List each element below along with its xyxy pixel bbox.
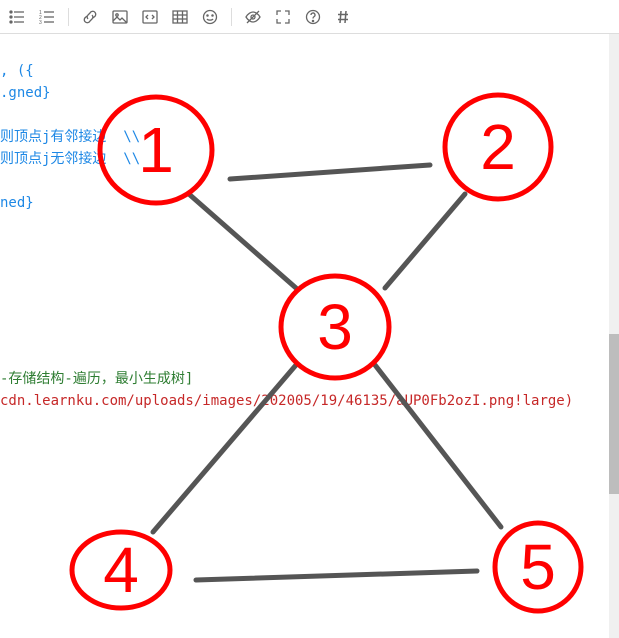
fullscreen-icon[interactable] <box>274 8 292 26</box>
graph-node-label: 2 <box>480 111 516 183</box>
image-icon[interactable] <box>111 8 129 26</box>
graph-edge <box>230 165 430 179</box>
svg-text:3: 3 <box>39 20 42 25</box>
graph-edge <box>196 571 477 580</box>
ol-list-icon[interactable]: 123 <box>38 8 56 26</box>
graph-node-label: 3 <box>317 291 353 363</box>
table-icon[interactable] <box>171 8 189 26</box>
toolbar-separator <box>231 8 232 26</box>
help-icon[interactable] <box>304 8 322 26</box>
graph-node-label: 5 <box>520 531 556 603</box>
graph-edge <box>375 365 501 527</box>
embedded-graph-image: 1 2 3 4 5 <box>0 34 619 638</box>
graph-node-label: 1 <box>138 114 174 186</box>
toolbar-separator <box>68 8 69 26</box>
editor-toolbar: 123 <box>0 0 619 34</box>
emoji-icon[interactable] <box>201 8 219 26</box>
graph-node-label: 4 <box>103 534 139 606</box>
link-icon[interactable] <box>81 8 99 26</box>
code-block-icon[interactable] <box>141 8 159 26</box>
visibility-off-icon[interactable] <box>244 8 262 26</box>
graph-edge <box>190 195 296 288</box>
hash-icon[interactable] <box>334 8 352 26</box>
graph-edge <box>153 365 296 532</box>
ul-list-icon[interactable] <box>8 8 26 26</box>
graph-edge <box>385 194 465 288</box>
editor-area[interactable]: , ({ .gned} 则顶点j有邻接边 \\ 则顶点j无邻接边 \\ ned}… <box>0 34 619 638</box>
